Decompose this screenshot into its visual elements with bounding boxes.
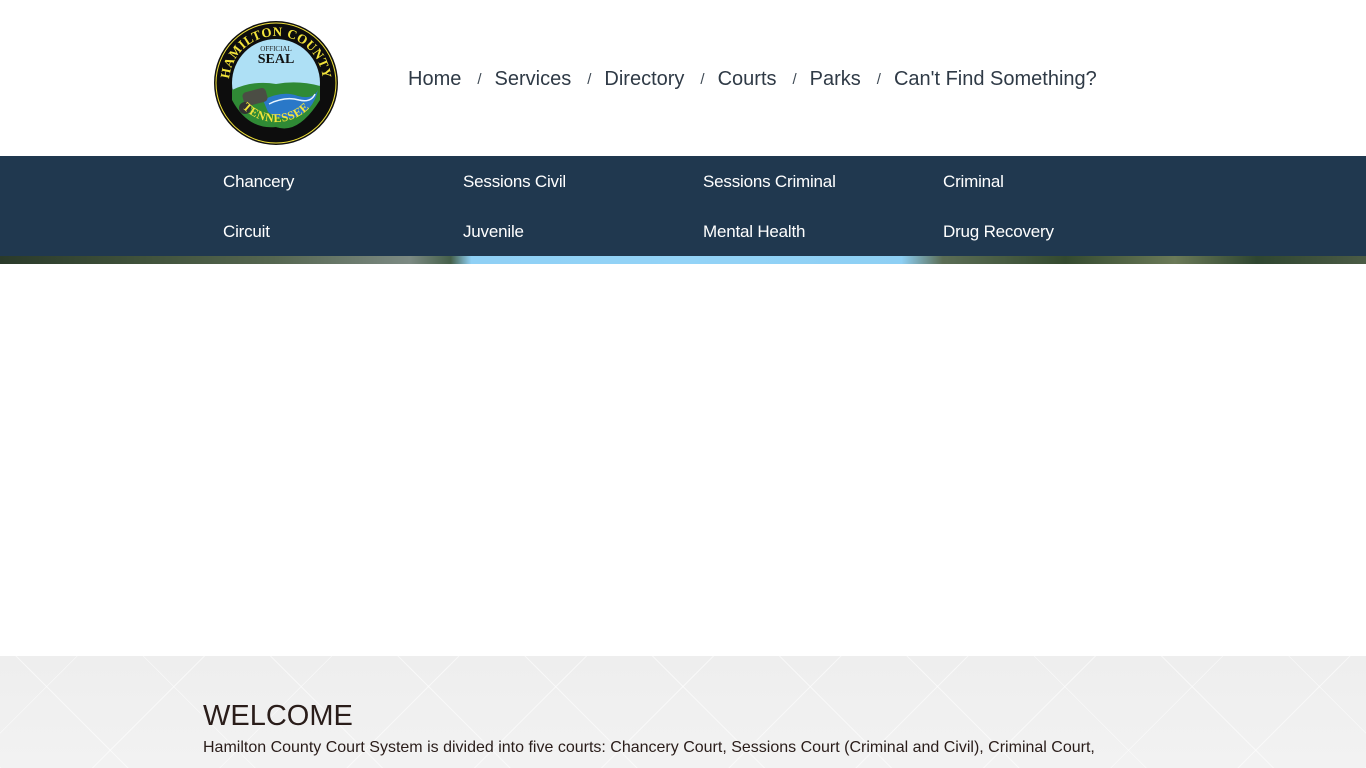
court-link-circuit[interactable]: Circuit <box>223 222 270 242</box>
hero-area <box>0 264 1366 656</box>
nav-services[interactable]: Services <box>495 68 572 91</box>
courts-navigation: Chancery Sessions Civil Sessions Crimina… <box>0 156 1366 256</box>
nav-separator: / <box>700 70 705 88</box>
court-link-criminal[interactable]: Criminal <box>943 172 1004 192</box>
court-link-sessions-civil[interactable]: Sessions Civil <box>463 172 566 192</box>
court-link-chancery[interactable]: Chancery <box>223 172 294 192</box>
nav-directory[interactable]: Directory <box>604 68 684 91</box>
svg-text:SEAL: SEAL <box>258 52 295 67</box>
nav-courts[interactable]: Courts <box>718 68 777 91</box>
court-link-sessions-criminal[interactable]: Sessions Criminal <box>703 172 836 192</box>
nav-separator: / <box>477 70 482 88</box>
court-link-mental-health[interactable]: Mental Health <box>703 222 805 242</box>
welcome-text: Hamilton County Court System is divided … <box>203 739 1095 756</box>
site-header: HAMILTON COUNTY TENNESSEE OFFICIAL SEAL … <box>0 0 1366 156</box>
nav-home[interactable]: Home <box>408 68 461 91</box>
welcome-heading: WELCOME <box>203 700 353 732</box>
nav-cant-find-something[interactable]: Can't Find Something? <box>894 68 1097 91</box>
top-navigation: Home / Services / Directory / Courts / P… <box>408 64 1097 94</box>
court-link-juvenile[interactable]: Juvenile <box>463 222 524 242</box>
nav-separator: / <box>876 70 881 88</box>
nav-separator: / <box>587 70 592 88</box>
county-seal-logo[interactable]: HAMILTON COUNTY TENNESSEE OFFICIAL SEAL <box>213 20 339 146</box>
nav-separator: / <box>792 70 797 88</box>
welcome-section: WELCOME Hamilton County Court System is … <box>0 656 1366 768</box>
county-seal-icon: HAMILTON COUNTY TENNESSEE OFFICIAL SEAL <box>214 21 338 145</box>
court-link-drug-recovery[interactable]: Drug Recovery <box>943 222 1054 242</box>
hero-banner-image <box>0 256 1366 264</box>
nav-parks[interactable]: Parks <box>810 68 861 91</box>
